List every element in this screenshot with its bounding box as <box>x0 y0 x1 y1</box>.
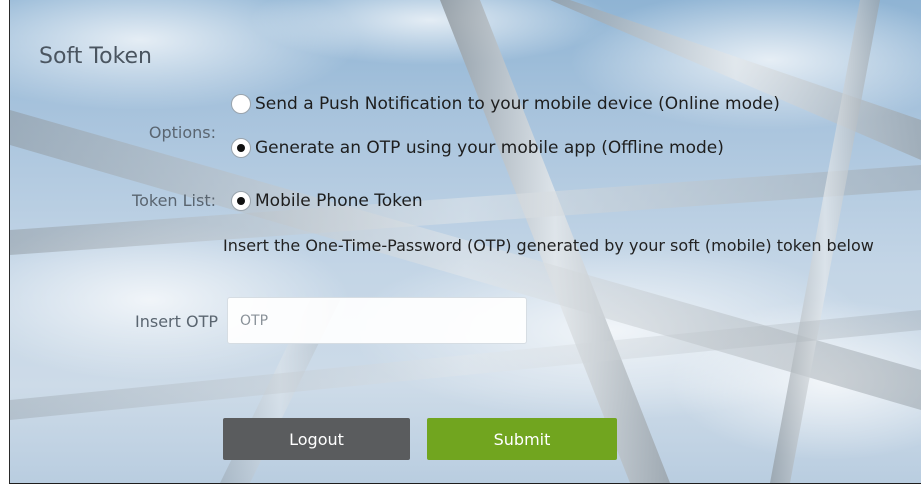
token-list-item[interactable]: Mobile Phone Token <box>231 191 423 211</box>
token-list-label: Token List: <box>132 191 216 210</box>
radio-button-token[interactable] <box>231 191 251 211</box>
otp-instructions: Insert the One-Time-Password (OTP) gener… <box>223 236 874 255</box>
otp-field-label: Insert OTP <box>135 312 218 331</box>
options-label: Options: <box>148 123 216 142</box>
page-title: Soft Token <box>39 44 152 69</box>
radio-option-push-label: Send a Push Notification to your mobile … <box>255 94 780 114</box>
login-panel: Soft Token Options: Send a Push Notifica… <box>9 0 921 484</box>
radio-button-push[interactable] <box>231 94 251 114</box>
radio-option-push[interactable]: Send a Push Notification to your mobile … <box>231 94 780 114</box>
logout-button[interactable]: Logout <box>223 418 410 460</box>
otp-input[interactable] <box>227 297 527 344</box>
radio-option-otp-label: Generate an OTP using your mobile app (O… <box>255 138 724 158</box>
token-list-item-label: Mobile Phone Token <box>255 191 423 211</box>
radio-button-otp[interactable] <box>231 138 251 158</box>
submit-button[interactable]: Submit <box>427 418 617 460</box>
radio-option-otp[interactable]: Generate an OTP using your mobile app (O… <box>231 138 724 158</box>
